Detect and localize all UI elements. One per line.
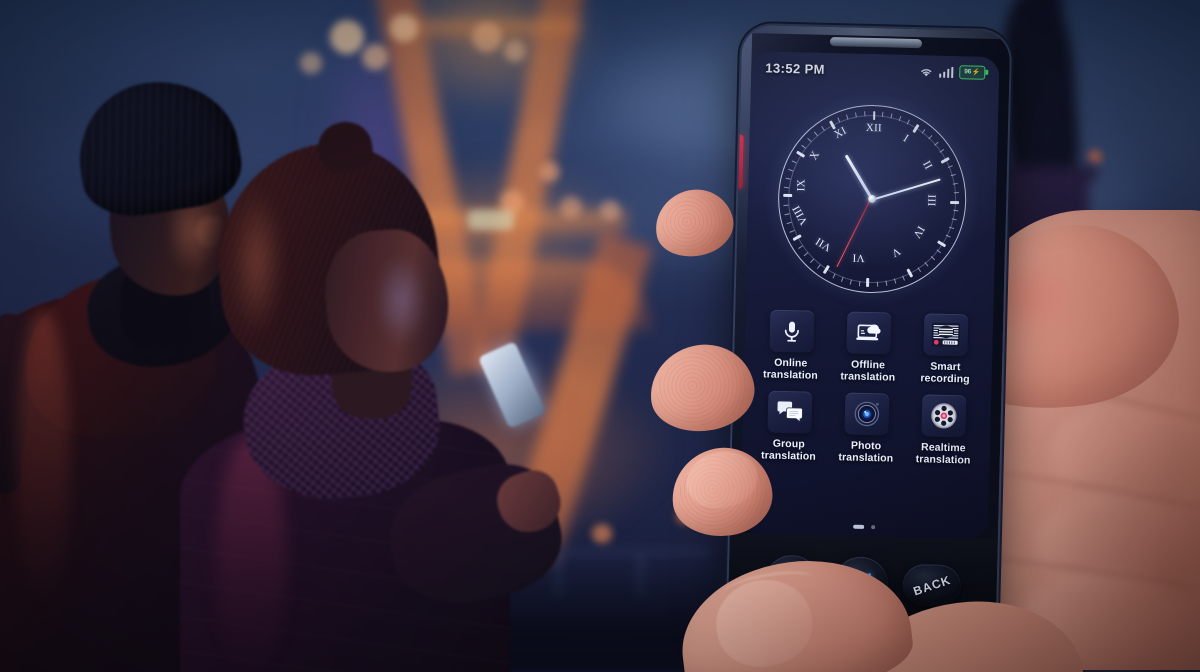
- battery-icon: 96 ⚡: [959, 65, 986, 80]
- bokeh-light: [472, 22, 502, 52]
- translator-device[interactable]: 13:52 PM 96 ⚡ XII I II III IV V VI VII V…: [727, 24, 1011, 632]
- app-label: Smart recording: [920, 360, 970, 386]
- app-label: Realtime translation: [915, 441, 971, 467]
- device-screen[interactable]: 13:52 PM 96 ⚡ XII I II III IV V VI VII V…: [739, 51, 1000, 539]
- analog-clock-widget: XII I II III IV V VI VII VIII IX X XI: [775, 102, 969, 296]
- screenshot-scene: 13:52 PM 96 ⚡ XII I II III IV V VI VII V…: [0, 0, 1200, 672]
- clock-minute-tick: [954, 191, 960, 194]
- battery-charging-icon: ⚡: [971, 68, 981, 77]
- clock-numeral: III: [925, 194, 938, 207]
- clock-minute-tick: [877, 282, 879, 287]
- clock-minute-tick: [810, 258, 815, 263]
- clock-minute-tick: [821, 125, 826, 131]
- status-bar-time: 13:52 PM: [765, 59, 826, 77]
- clock-minute-tick: [931, 256, 936, 261]
- app-offline-translation[interactable]: Offline translation: [829, 305, 908, 384]
- cellular-signal-icon: [939, 66, 954, 78]
- page-dot[interactable]: [871, 525, 876, 530]
- app-smart-recording[interactable]: Smart recording: [906, 307, 985, 386]
- clock-minute-tick: [785, 177, 791, 180]
- clock-numeral: VI: [852, 251, 865, 264]
- clock-hour-tick: [782, 194, 792, 198]
- bokeh-light: [330, 20, 364, 54]
- status-bar: 13:52 PM 96 ⚡: [751, 51, 1000, 89]
- film-reel-icon: [921, 394, 967, 438]
- app-realtime-translation[interactable]: Realtime translation: [904, 388, 983, 467]
- app-label: Online translation: [762, 356, 819, 382]
- device-hardware-key-row: BACK: [727, 532, 998, 632]
- back-key[interactable]: BACK: [902, 563, 962, 608]
- clock-hour-tick: [949, 200, 959, 204]
- clock-minute-tick: [803, 252, 809, 257]
- page-indicator[interactable]: [740, 522, 988, 532]
- bokeh-light: [390, 14, 418, 42]
- clock-minute-tick: [917, 267, 922, 273]
- app-online-translation[interactable]: Online translation: [752, 303, 831, 382]
- voice-recorder-icon: [923, 313, 969, 357]
- app-label: Offline translation: [840, 358, 896, 384]
- app-label: Photo translation: [838, 439, 894, 465]
- app-label: Group translation: [760, 437, 817, 463]
- earpiece-speaker-grille: [829, 36, 923, 49]
- clock-widget-zone: XII I II III IV V VI VII VIII IX X XI: [745, 85, 998, 313]
- wifi-icon: [921, 68, 932, 76]
- record-target-key[interactable]: [833, 556, 889, 612]
- clock-numeral: XII: [865, 121, 883, 135]
- record-source-key[interactable]: [764, 554, 820, 610]
- clock-hour-tick: [872, 111, 876, 121]
- clock-minute-tick: [937, 249, 942, 254]
- clock-minute-tick: [924, 262, 929, 267]
- clock-numeral: IX: [795, 178, 808, 192]
- page-dot-active[interactable]: [853, 524, 865, 529]
- clock-hour-tick: [866, 277, 869, 287]
- status-bar-indicators: 96 ⚡: [919, 64, 986, 80]
- back-key-label: BACK: [911, 572, 953, 599]
- clock-minute-tick: [951, 173, 957, 177]
- clock-minute-tick: [798, 245, 803, 249]
- bokeh-light: [362, 44, 388, 70]
- person-woman-with-phone: [180, 117, 580, 672]
- clock-minute-tick: [948, 165, 954, 169]
- clock-minute-tick: [894, 279, 897, 284]
- clock-minute-tick: [946, 234, 952, 238]
- speech-bubbles-icon: [767, 390, 813, 434]
- clock-minute-tick: [846, 114, 849, 120]
- laptop-cloud-icon: [846, 311, 892, 355]
- app-photo-translation[interactable]: Photo translation: [827, 386, 906, 465]
- bokeh-light: [504, 40, 526, 62]
- clock-minute-tick: [788, 168, 794, 172]
- clock-minute-tick: [786, 221, 792, 225]
- app-grid: Online translation Offline translation Smart…: [742, 303, 994, 467]
- bokeh-light: [600, 200, 620, 220]
- red-waveform-icon: [781, 571, 802, 594]
- clock-minute-tick: [817, 264, 821, 269]
- clock-minute-tick: [953, 182, 959, 185]
- camera-lens-icon: [844, 392, 890, 436]
- battery-level-label: 96: [964, 68, 972, 76]
- microphone-icon: [769, 309, 815, 353]
- app-group-translation[interactable]: Group translation: [750, 384, 829, 463]
- clock-minute-tick: [784, 186, 789, 189]
- clock-minute-tick: [837, 117, 841, 122]
- blue-waveform-icon: [850, 573, 871, 596]
- clock-minute-tick: [885, 281, 888, 286]
